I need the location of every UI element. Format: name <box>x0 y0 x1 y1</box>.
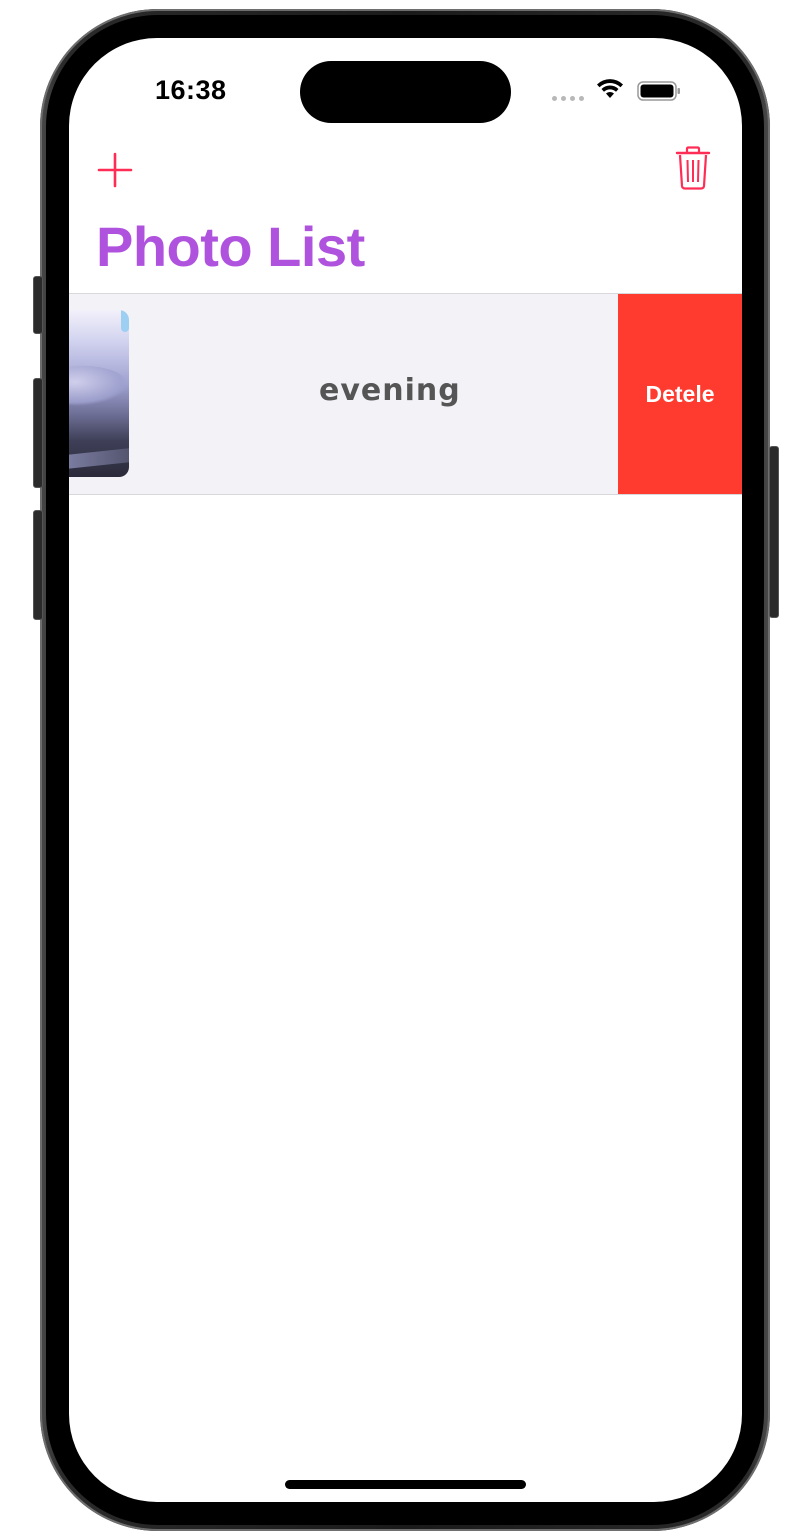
screen: 16:38 Photo List evening Detele <box>69 38 742 1502</box>
action-button <box>33 276 43 334</box>
thumbnail-cloud <box>69 366 129 406</box>
page-title: Photo List <box>96 215 365 278</box>
wifi-icon <box>597 79 623 98</box>
list-item-label: evening <box>319 373 461 408</box>
battery-icon <box>637 81 680 101</box>
signal-dots-icon <box>552 96 584 101</box>
thumbnail-sky-patch <box>121 310 129 332</box>
volume-down-button <box>33 510 43 620</box>
photo-thumbnail <box>69 310 129 477</box>
thumbnail-road <box>69 448 129 472</box>
home-indicator[interactable] <box>285 1480 526 1489</box>
status-time: 16:38 <box>155 75 227 105</box>
power-button <box>769 446 779 618</box>
trash-icon[interactable] <box>675 146 711 190</box>
delete-button[interactable]: Detele <box>618 294 742 494</box>
volume-up-button <box>33 378 43 488</box>
dynamic-island <box>300 61 511 123</box>
plus-icon[interactable] <box>95 150 135 190</box>
